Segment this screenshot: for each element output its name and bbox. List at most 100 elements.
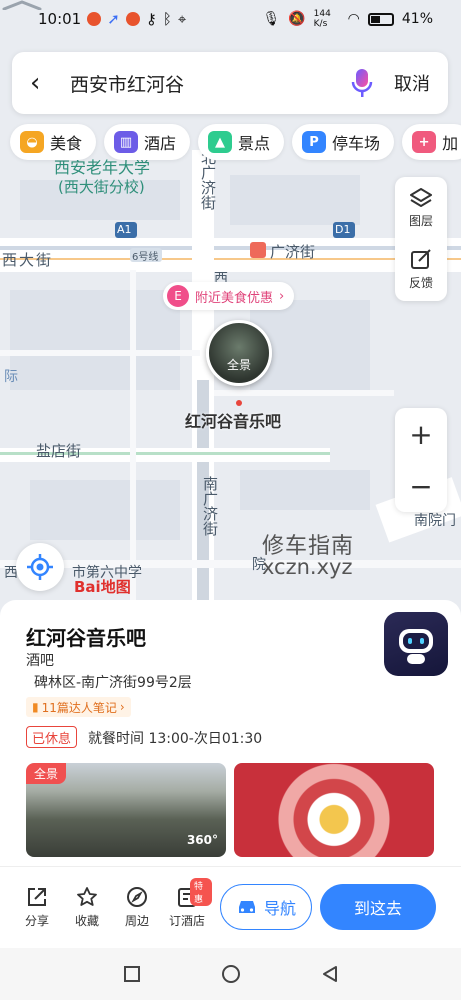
zoom-out-button[interactable]: −	[395, 460, 447, 512]
share-label: 分享	[24, 914, 49, 928]
panorama-photo[interactable]: 全景 360°	[26, 763, 226, 857]
panorama-photo-tag: 全景	[26, 763, 67, 784]
nearby-label: 周边	[124, 914, 149, 928]
chip-more-label: 加	[442, 134, 459, 153]
map-label-ji: 际	[4, 369, 18, 385]
category-chips: ◒ 美食 ▥ 酒店 ▲ 景点 P 停车场 + 加	[10, 124, 461, 160]
compass-icon	[127, 887, 147, 907]
home-circle-icon[interactable]	[221, 964, 241, 984]
discount-badge: 特惠	[190, 878, 212, 906]
place-detail-sheet[interactable]: 红河谷音乐吧 酒吧 碑林区-南广济街99号2层 ▮ 11篇达人笔记 › 已休息 …	[0, 600, 461, 866]
voice-search-icon[interactable]	[348, 67, 376, 99]
back-triangle-icon[interactable]	[321, 965, 339, 983]
map-tools: 图层 反馈	[395, 177, 447, 301]
poi-marker-dot	[236, 400, 242, 406]
edit-icon	[411, 249, 431, 269]
place-address: 碑林区-南广济街99号2层	[34, 675, 192, 691]
network-speed: 144 K/s	[313, 9, 331, 29]
bluetooth-icon: ᛒ	[162, 10, 172, 28]
layers-label: 图层	[408, 214, 433, 228]
food-icon: ◒	[20, 131, 44, 153]
notes-label: 11篇达人笔记	[41, 700, 117, 715]
map-label-yandian: 盐店街	[36, 442, 82, 460]
scenic-icon: ▲	[208, 131, 233, 153]
map-label-west-street: 西大街	[2, 251, 54, 269]
navigate-label: 导航	[263, 899, 296, 918]
chip-more[interactable]: + 加	[402, 124, 461, 160]
layers-icon	[410, 188, 432, 207]
action-bar: 分享 收藏 周边 特惠 订酒店 导航 到这去	[0, 866, 461, 948]
chevron-right-icon: ›	[279, 288, 285, 304]
weibo-icon	[87, 12, 102, 26]
nearby-button[interactable]: 周边	[112, 886, 162, 929]
promo-label: 附近美食优惠	[195, 290, 274, 306]
map-label-school-branch: (西大街分校)	[58, 178, 145, 196]
book-icon: ▮	[32, 700, 39, 714]
locate-me-button[interactable]	[16, 543, 64, 591]
chevron-right-icon: ›	[119, 700, 125, 714]
chip-parking-label: 停车场	[332, 134, 381, 153]
robot-icon	[399, 629, 433, 664]
map-label-nanyuan: 南院门	[414, 513, 456, 529]
place-category: 酒吧	[26, 653, 54, 669]
key-icon: ⚷	[145, 10, 157, 28]
recents-square-icon[interactable]	[123, 965, 141, 983]
status-bar: 10:01 ➚ ⚷ ᛒ ⌖ 🎙 🔕 144 K/s ◠ 41%	[0, 0, 461, 38]
panorama-360-icon: 360°	[186, 833, 218, 847]
share-button[interactable]: 分享	[12, 886, 62, 929]
hotel-icon: ▥	[114, 131, 139, 153]
location-icon: ⌖	[177, 10, 187, 28]
map-label-line6: 6号线	[132, 252, 159, 263]
food-photo[interactable]	[234, 763, 434, 857]
weibo-icon-2	[125, 12, 140, 26]
opening-hours: 就餐时间 13:00-次日01:30	[88, 731, 263, 747]
book-hotel-button[interactable]: 特惠 订酒店	[162, 878, 212, 929]
chip-parking[interactable]: P 停车场	[292, 124, 395, 160]
battery-icon	[367, 12, 394, 26]
map-label-exit-a1: A1	[117, 223, 132, 236]
map-label-south-street: 南广济街	[201, 476, 219, 536]
favorite-label: 收藏	[74, 914, 99, 928]
back-arrow-icon[interactable]: ‹	[30, 68, 60, 98]
map-label-guangji: 广济街	[270, 243, 316, 261]
nearby-food-promo[interactable]: E 附近美食优惠 ›	[163, 282, 295, 310]
feedback-button[interactable]: 反馈	[395, 239, 447, 301]
map-label-exit-d1: D1	[335, 223, 351, 236]
baidu-map-logo: Bai地图	[74, 578, 131, 596]
search-input[interactable]: 西安市红河谷	[70, 70, 348, 97]
panorama-pin-label: 全景	[226, 357, 251, 372]
coupon-icon: E	[167, 285, 189, 307]
chip-scenic[interactable]: ▲ 景点	[198, 124, 285, 160]
zoom-controls: + −	[395, 408, 447, 512]
search-bar: ‹ 西安市红河谷 取消	[12, 52, 448, 114]
feedback-label: 反馈	[408, 276, 433, 290]
system-nav-bar	[0, 948, 461, 1000]
crosshair-icon	[27, 554, 53, 580]
mute-icon: 🔕	[288, 11, 306, 27]
chip-food[interactable]: ◒ 美食	[10, 124, 97, 160]
poi-map-label[interactable]: 红河谷音乐吧	[185, 408, 281, 432]
rocket-icon: ➚	[107, 10, 120, 28]
place-name: 红河谷音乐吧	[26, 626, 146, 650]
more-icon: +	[412, 131, 437, 153]
cancel-button[interactable]: 取消	[394, 70, 430, 96]
go-here-button[interactable]: 到这去	[320, 884, 436, 930]
favorite-button[interactable]: 收藏	[62, 886, 112, 929]
navigate-button[interactable]: 导航	[220, 884, 312, 930]
status-badge: 已休息	[26, 726, 78, 748]
wifi-icon: ◠	[347, 11, 360, 27]
chip-food-label: 美食	[50, 134, 83, 153]
layers-button[interactable]: 图层	[395, 177, 447, 239]
star-icon	[77, 887, 97, 906]
panorama-pin[interactable]: 全景	[206, 320, 272, 386]
status-time: 10:01	[38, 10, 82, 28]
book-hotel-label: 订酒店	[168, 914, 205, 928]
notes-link[interactable]: ▮ 11篇达人笔记 ›	[26, 697, 131, 717]
zoom-in-button[interactable]: +	[395, 408, 447, 460]
chip-hotel[interactable]: ▥ 酒店	[104, 124, 191, 160]
battery-percent: 41%	[401, 11, 433, 27]
car-icon	[238, 901, 255, 913]
parking-icon: P	[302, 131, 327, 153]
ai-assistant-button[interactable]	[384, 612, 448, 676]
share-icon	[28, 888, 46, 906]
